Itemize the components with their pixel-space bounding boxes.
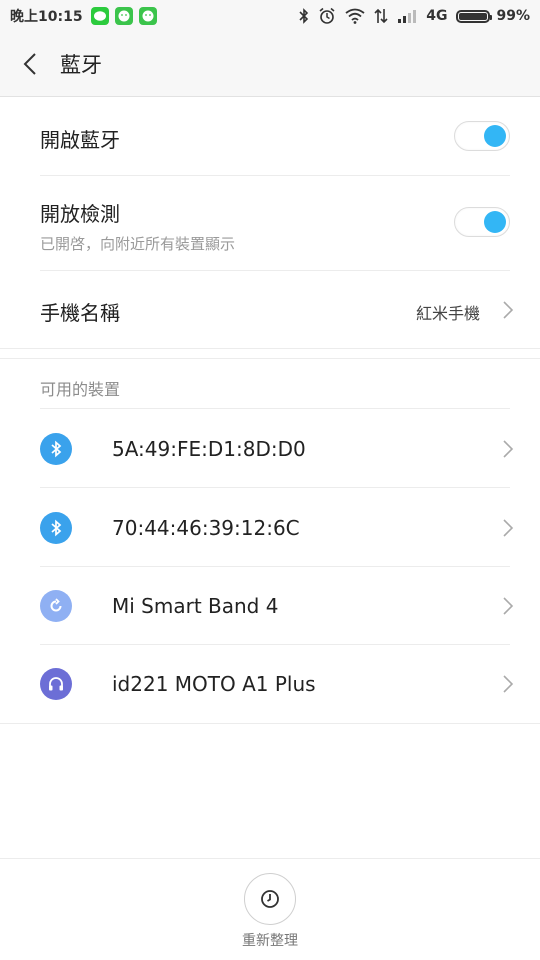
chevron-right-icon [503, 519, 514, 537]
alarm-icon [319, 7, 335, 24]
bottom-divider [0, 858, 540, 859]
device-name: 70:44:46:39:12:6C [112, 516, 300, 540]
status-time: 晚上10:15 [10, 9, 83, 25]
device-name: Mi Smart Band 4 [112, 594, 279, 618]
battery-indicator: 99% [456, 8, 530, 24]
chevron-right-icon [503, 301, 514, 319]
available-devices-header: 可用的裝置 [40, 380, 121, 399]
device-name-value: 紅米手機 [415, 304, 480, 323]
section-separator [0, 349, 540, 359]
chevron-right-icon [503, 440, 514, 458]
headphones-icon [40, 668, 72, 700]
bluetooth-toggle-label: 開啟藍牙 [40, 128, 120, 152]
device-name-row[interactable]: 手機名稱 紅米手機 [0, 271, 540, 349]
discoverable-label: 開放檢測 [40, 202, 120, 226]
status-icons: 4G 99% [299, 7, 530, 25]
battery-fill [459, 12, 488, 20]
wechat-app-icon-2 [138, 7, 157, 25]
wifi-icon [345, 8, 365, 24]
discoverable-toggle-row[interactable]: 開放檢測 已開啓，向附近所有裝置顯示 [0, 176, 540, 271]
device-row[interactable]: 70:44:46:39:12:6C [0, 488, 540, 567]
bluetooth-icon [40, 512, 72, 544]
refresh-icon [261, 890, 279, 908]
page-title: 藍牙 [60, 53, 102, 77]
device-name-label: 手機名稱 [40, 301, 120, 325]
signal-icon [398, 10, 417, 23]
back-button[interactable] [0, 32, 60, 97]
bluetooth-toggle-row[interactable]: 開啟藍牙 [0, 97, 540, 176]
band-icon [40, 590, 72, 622]
bluetooth-status-icon [299, 8, 309, 24]
device-name: 5A:49:FE:D1:8D:D0 [112, 437, 306, 461]
refresh-button[interactable] [244, 873, 296, 925]
bluetooth-icon [40, 433, 72, 465]
back-arrow-icon [23, 53, 36, 75]
page-header: 藍牙 [0, 32, 540, 97]
network-type: 4G [426, 8, 448, 24]
discoverable-sublabel: 已開啓，向附近所有裝置顯示 [40, 235, 236, 253]
chevron-right-icon [503, 675, 514, 693]
status-bar: 晚上10:15 4G 99% [0, 0, 540, 32]
refresh-label: 重新整理 [242, 933, 298, 949]
device-row[interactable]: Mi Smart Band 4 [0, 567, 540, 645]
line-app-icon [90, 7, 109, 25]
discoverable-toggle[interactable] [454, 207, 510, 237]
device-name: id221 MOTO A1 Plus [112, 672, 316, 696]
device-row[interactable]: 5A:49:FE:D1:8D:D0 [0, 409, 540, 488]
battery-icon [456, 9, 493, 23]
wechat-app-icon [114, 7, 133, 25]
device-row[interactable]: id221 MOTO A1 Plus [0, 645, 540, 724]
data-transfer-icon [374, 8, 388, 24]
battery-percent: 99% [496, 8, 530, 24]
chevron-right-icon [503, 597, 514, 615]
bluetooth-toggle[interactable] [454, 121, 510, 151]
